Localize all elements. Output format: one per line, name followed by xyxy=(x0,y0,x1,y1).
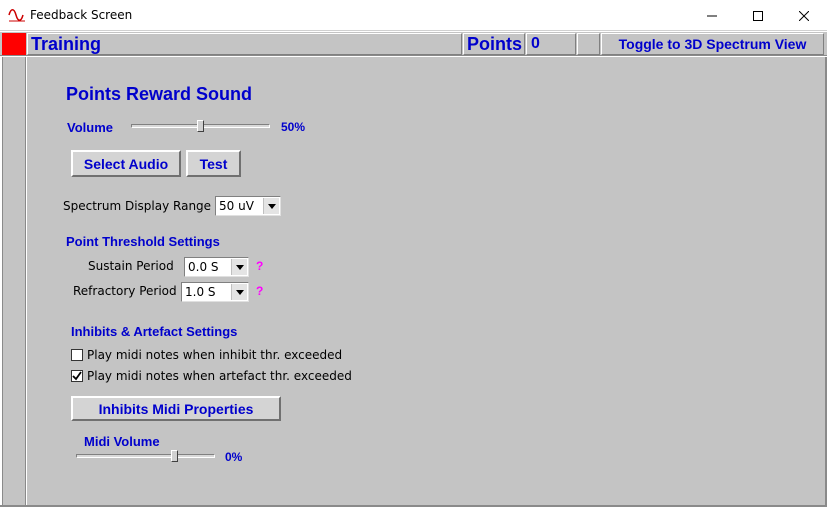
title-bar: Feedback Screen xyxy=(0,0,827,31)
inhibits-settings-title: Inhibits & Artefact Settings xyxy=(71,324,238,339)
volume-value: 50% xyxy=(281,120,306,134)
sine-wave-icon xyxy=(8,9,25,22)
refractory-period-label: Refractory Period xyxy=(73,284,177,298)
maximize-button[interactable] xyxy=(735,0,781,31)
close-icon xyxy=(799,10,809,21)
reward-sound-title: Points Reward Sound xyxy=(66,84,253,104)
volume-label: Volume xyxy=(67,120,113,135)
spectrum-range-select[interactable]: 50 uV xyxy=(215,196,281,216)
maximize-icon xyxy=(753,10,763,21)
select-audio-button[interactable]: Select Audio xyxy=(71,150,181,177)
inhibits-midi-properties-button[interactable]: Inhibits Midi Properties xyxy=(71,396,281,421)
sustain-period-label: Sustain Period xyxy=(88,259,174,273)
midi-volume-slider-track[interactable] xyxy=(76,454,215,458)
header-spacer xyxy=(577,33,600,55)
points-value: 0 xyxy=(526,33,576,55)
midi-volume-value: 0% xyxy=(225,450,243,464)
training-label: Training xyxy=(27,33,462,55)
volume-slider-thumb[interactable] xyxy=(197,120,204,132)
left-strip xyxy=(2,57,26,507)
sustain-period-select[interactable]: 0.0 S xyxy=(184,257,249,277)
midi-volume-label: Midi Volume xyxy=(84,434,160,449)
minimize-icon xyxy=(707,15,717,16)
artefact-midi-checkbox[interactable] xyxy=(71,370,83,382)
refractory-help-icon[interactable]: ? xyxy=(256,284,263,298)
chevron-down-icon xyxy=(231,259,247,275)
points-label: Points xyxy=(463,33,525,55)
test-button[interactable]: Test xyxy=(186,150,241,177)
inhibit-midi-label: Play midi notes when inhibit thr. exceed… xyxy=(87,348,343,362)
minimize-button[interactable] xyxy=(689,0,735,31)
spectrum-range-label: Spectrum Display Range xyxy=(63,199,212,213)
refractory-period-select[interactable]: 1.0 S xyxy=(181,282,249,302)
chevron-down-icon xyxy=(263,198,279,214)
toggle-3d-spectrum-button[interactable]: Toggle to 3D Spectrum View xyxy=(601,33,824,55)
settings-panel: Points Reward Sound Volume 50% Select Au… xyxy=(27,57,825,505)
spectrum-range-value: 50 uV xyxy=(219,199,254,213)
threshold-settings-title: Point Threshold Settings xyxy=(66,234,220,249)
close-button[interactable] xyxy=(781,0,827,31)
midi-volume-slider-thumb[interactable] xyxy=(171,450,179,462)
inhibit-midi-checkbox[interactable] xyxy=(71,349,83,361)
sustain-help-icon[interactable]: ? xyxy=(256,259,263,273)
checkmark-icon xyxy=(72,371,82,381)
header-bar: Training Points 0 Toggle to 3D Spectrum … xyxy=(0,32,827,56)
window-title: Feedback Screen xyxy=(30,8,133,22)
refractory-period-value: 1.0 S xyxy=(185,285,216,299)
sustain-period-value: 0.0 S xyxy=(188,260,219,274)
artefact-midi-label: Play midi notes when artefact thr. excee… xyxy=(87,369,352,383)
chevron-down-icon xyxy=(231,284,247,300)
status-indicator xyxy=(2,33,26,55)
